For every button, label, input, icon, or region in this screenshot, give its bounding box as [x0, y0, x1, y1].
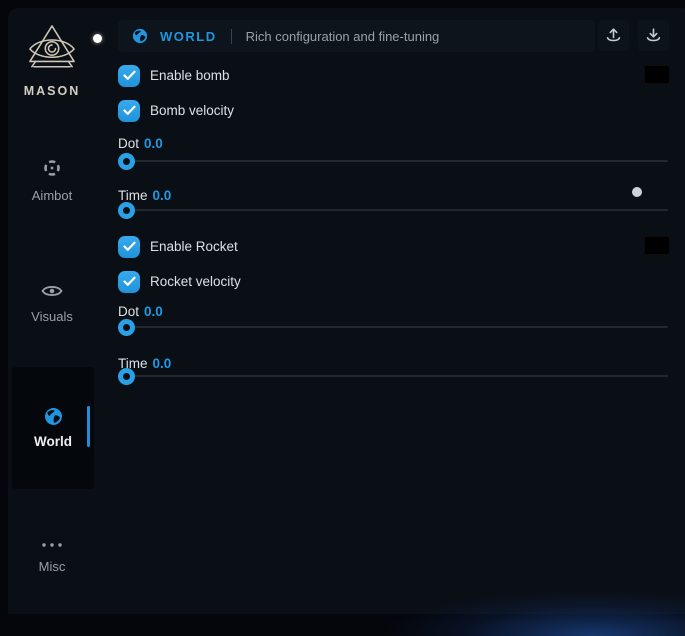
- check-icon: [123, 276, 136, 287]
- globe-icon: [12, 407, 94, 431]
- color-swatch[interactable]: [644, 65, 670, 84]
- slider-rocket-dot[interactable]: [118, 319, 668, 336]
- check-icon: [123, 70, 136, 81]
- globe-icon: [132, 28, 148, 44]
- import-config-button[interactable]: [638, 20, 669, 51]
- checkbox-label: Bomb velocity: [150, 103, 234, 118]
- sidebar-item-misc[interactable]: Misc: [8, 536, 96, 574]
- checkbox-enable-rocket[interactable]: [118, 236, 140, 258]
- color-swatch[interactable]: [644, 236, 670, 255]
- active-tab-indicator: [87, 406, 90, 447]
- upload-icon: [605, 27, 622, 44]
- page-header: WORLD Rich configuration and fine-tuning: [118, 20, 595, 52]
- setting-row: Enable Rocket: [118, 235, 670, 258]
- check-icon: [123, 241, 136, 252]
- download-icon: [645, 27, 662, 44]
- sidebar-item-visuals[interactable]: Visuals: [8, 283, 96, 324]
- header-divider: [231, 29, 232, 44]
- slider-label-row: Dot 0.0: [118, 303, 163, 319]
- page-title: WORLD: [160, 29, 217, 44]
- checkbox-rocket-velocity[interactable]: [118, 271, 140, 293]
- eye-icon: [41, 283, 63, 299]
- slider-label: Time: [118, 188, 148, 203]
- slider-label-row: Dot 0.0: [118, 135, 163, 151]
- checkbox-bomb-velocity[interactable]: [118, 100, 140, 122]
- check-icon: [123, 105, 136, 116]
- crosshair-icon: [42, 158, 62, 178]
- all-seeing-eye-icon: [25, 24, 79, 72]
- sidebar-item-label: World: [12, 434, 94, 449]
- slider-handle[interactable]: [118, 319, 135, 336]
- sidebar-item-label: Aimbot: [8, 188, 96, 203]
- slider-value: 0.0: [153, 188, 172, 203]
- slider-track[interactable]: [118, 209, 668, 211]
- slider-handle[interactable]: [118, 153, 135, 170]
- checkbox-enable-bomb[interactable]: [118, 65, 140, 87]
- slider-value: 0.0: [144, 136, 163, 151]
- export-config-button[interactable]: [598, 20, 629, 51]
- slider-track[interactable]: [118, 326, 668, 328]
- setting-row: Enable bomb: [118, 64, 670, 87]
- slider-handle[interactable]: [118, 368, 135, 385]
- sidebar-item-label: Visuals: [8, 309, 96, 324]
- cursor-dot: [632, 187, 642, 197]
- slider-handle[interactable]: [118, 202, 135, 219]
- slider-label: Dot: [118, 136, 139, 151]
- slider-track[interactable]: [118, 160, 668, 162]
- sidebar-item-world[interactable]: World: [12, 367, 94, 489]
- slider-bomb-dot[interactable]: [118, 153, 668, 170]
- sidebar-item-aimbot[interactable]: Aimbot: [8, 158, 96, 203]
- page-subtitle: Rich configuration and fine-tuning: [246, 29, 440, 44]
- checkbox-label: Rocket velocity: [150, 274, 241, 289]
- slider-rocket-time[interactable]: [118, 368, 668, 385]
- slider-bomb-time[interactable]: [118, 202, 668, 219]
- slider-label-row: Time 0.0: [118, 187, 171, 203]
- app-window: MASON Aimbot Visuals Worl: [8, 8, 685, 614]
- brand-logo: [8, 24, 96, 77]
- checkbox-label: Enable Rocket: [150, 239, 238, 254]
- checkbox-label: Enable bomb: [150, 68, 230, 83]
- sidebar: MASON Aimbot Visuals Worl: [8, 8, 100, 614]
- ellipsis-icon: [40, 541, 64, 549]
- slider-value: 0.0: [144, 304, 163, 319]
- slider-label: Dot: [118, 304, 139, 319]
- setting-row: Bomb velocity: [118, 99, 670, 122]
- slider-track[interactable]: [118, 375, 668, 377]
- brand-name: MASON: [8, 84, 96, 98]
- sidebar-item-label: Misc: [8, 559, 96, 574]
- setting-row: Rocket velocity: [118, 270, 670, 293]
